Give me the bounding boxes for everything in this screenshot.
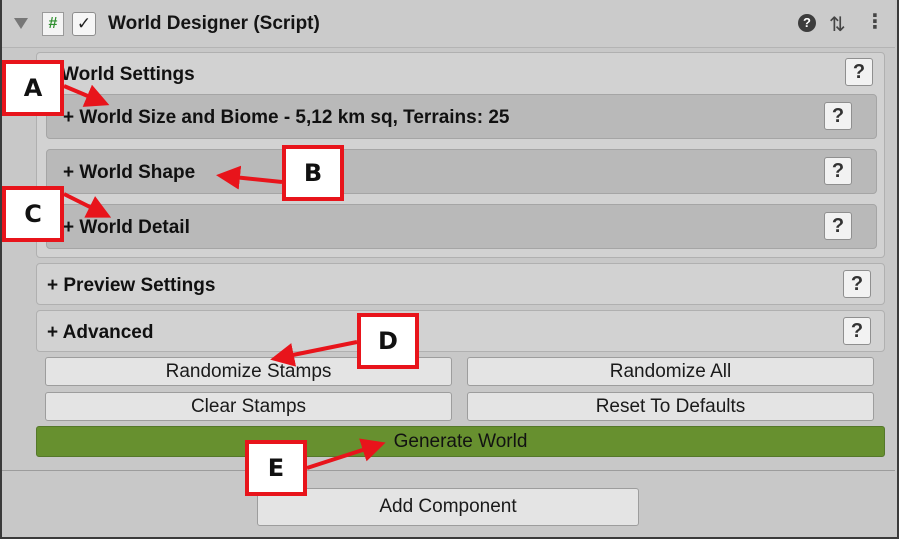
- component-enabled-checkbox[interactable]: ✓: [72, 12, 96, 36]
- callout-e: E: [245, 440, 307, 496]
- add-component-button[interactable]: Add Component: [257, 488, 639, 526]
- reset-defaults-button[interactable]: Reset To Defaults: [467, 392, 874, 421]
- generate-world-button[interactable]: Generate World: [36, 426, 885, 457]
- preview-settings-label: + Preview Settings: [47, 275, 216, 296]
- callout-d: D: [357, 313, 419, 369]
- context-menu-icon[interactable]: ⋮: [865, 12, 885, 32]
- callout-a: A: [2, 60, 64, 116]
- world-detail-label: + World Detail: [63, 217, 190, 238]
- component-title: World Designer (Script): [108, 13, 320, 34]
- world-shape-help-button[interactable]: ?: [824, 157, 852, 185]
- help-icon[interactable]: ?: [798, 14, 816, 32]
- advanced-label: + Advanced: [47, 322, 154, 343]
- world-detail-help-button[interactable]: ?: [824, 212, 852, 240]
- world-size-biome-foldout[interactable]: + World Size and Biome - 5,12 km sq, Ter…: [46, 94, 877, 139]
- callout-c: C: [2, 186, 64, 242]
- component-header: # ✓ World Designer (Script) ? ⇅ ⋮: [2, 0, 895, 48]
- divider: [2, 470, 895, 471]
- world-settings-panel: World Settings ? + World Size and Biome …: [36, 52, 885, 258]
- world-size-biome-help-button[interactable]: ?: [824, 102, 852, 130]
- world-size-biome-label: + World Size and Biome - 5,12 km sq, Ter…: [63, 107, 510, 128]
- script-icon: #: [42, 12, 64, 36]
- callout-b: B: [282, 145, 344, 201]
- clear-stamps-button[interactable]: Clear Stamps: [45, 392, 452, 421]
- presets-icon[interactable]: ⇅: [829, 12, 846, 37]
- advanced-help-button[interactable]: ?: [843, 317, 871, 345]
- world-shape-foldout[interactable]: + World Shape ?: [46, 149, 877, 194]
- world-detail-foldout[interactable]: + World Detail ?: [46, 204, 877, 249]
- world-shape-label: + World Shape: [63, 162, 196, 183]
- world-settings-help-button[interactable]: ?: [845, 58, 873, 86]
- world-settings-label[interactable]: World Settings: [61, 64, 195, 86]
- foldout-arrow-icon[interactable]: [14, 18, 28, 29]
- preview-settings-foldout[interactable]: + Preview Settings ?: [36, 263, 885, 305]
- preview-settings-help-button[interactable]: ?: [843, 270, 871, 298]
- advanced-foldout[interactable]: + Advanced ?: [36, 310, 885, 352]
- randomize-all-button[interactable]: Randomize All: [467, 357, 874, 386]
